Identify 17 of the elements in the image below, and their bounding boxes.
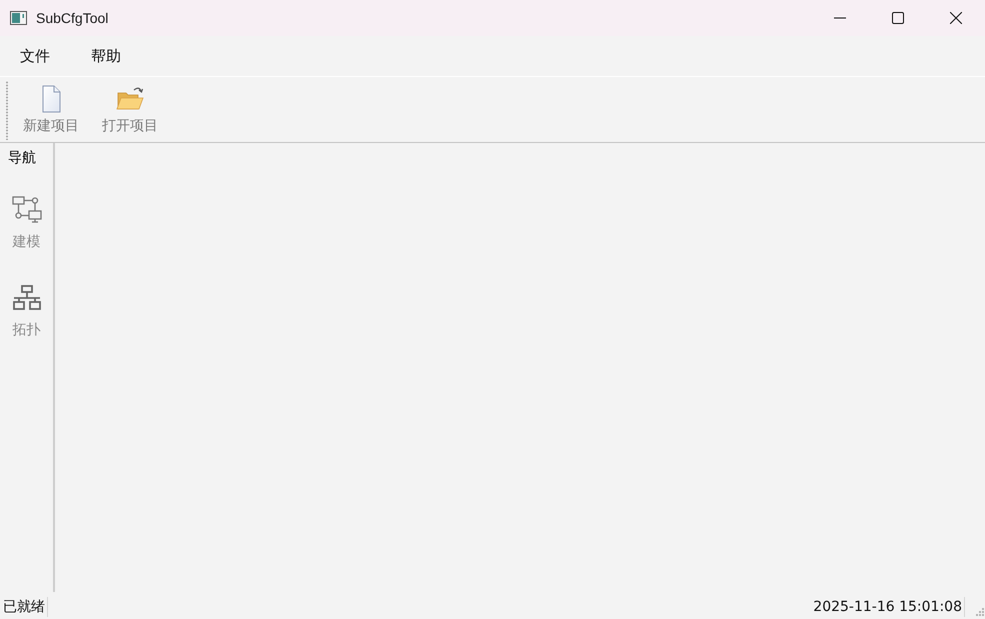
toolbar-button[interactable]: 打开项目 — [94, 77, 166, 142]
toolbar-handle[interactable] — [6, 81, 8, 140]
menu-item[interactable]: 帮助 — [81, 44, 131, 68]
status-message: 已就绪 — [2, 598, 46, 616]
status-datetime: 2025-11-16 15:01:08 — [812, 599, 963, 615]
nav-item[interactable]: 拓扑 — [4, 284, 50, 339]
diagram-icon — [12, 196, 42, 224]
maximize-icon — [892, 12, 904, 24]
menu-item[interactable]: 文件 — [10, 44, 60, 68]
nav-item[interactable]: 建模 — [4, 196, 50, 251]
toolbar-button[interactable]: 新建项目 — [15, 77, 87, 142]
window-title: SubCfgTool — [36, 10, 108, 26]
app-icon — [10, 11, 27, 25]
close-icon — [950, 12, 962, 24]
size-grip-icon[interactable] — [975, 607, 985, 617]
network-icon — [12, 284, 42, 312]
panel-title: 导航 — [8, 149, 36, 167]
